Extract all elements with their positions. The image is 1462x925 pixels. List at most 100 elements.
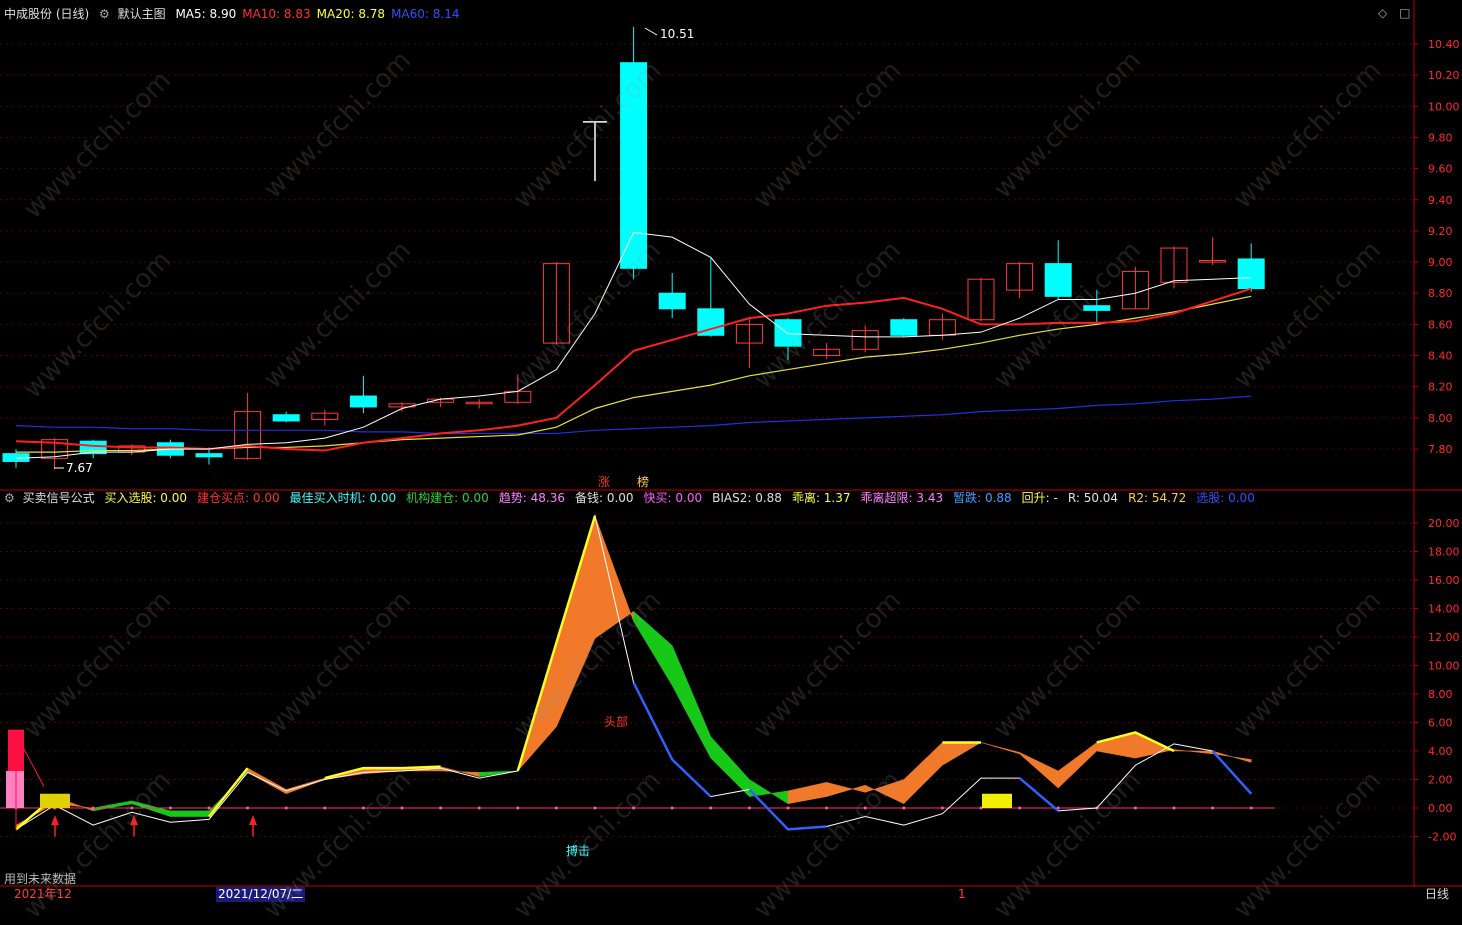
indicator-band: [247, 767, 287, 795]
price-tick-label: 9.60: [1428, 163, 1453, 176]
candle-body: [195, 453, 223, 458]
ma-value-0: MA5: 8.90: [175, 7, 237, 21]
strike-label: 搏击: [566, 844, 590, 858]
indicator-band: [942, 742, 982, 766]
diamond-icon[interactable]: ◇: [1378, 6, 1387, 20]
zero-dot: [863, 806, 867, 810]
indicator-band: [671, 645, 712, 759]
price-tick-label: 10.00: [1428, 100, 1460, 113]
head-label: 头部: [604, 714, 628, 729]
candle-body: [272, 414, 300, 422]
indicator-band: [440, 766, 480, 777]
indicator-band: [1057, 741, 1098, 789]
buy-arrow-icon: [51, 815, 59, 826]
ma-values: MA5: 8.90 MA10: 8.83 MA20: 8.78 MA60: 8.14: [175, 7, 465, 21]
zero-dot: [593, 806, 597, 810]
zero-dot: [130, 806, 134, 810]
indicator-values: 买入选股: 0.00 建仓买点: 0.00 最佳买入时机: 0.00 机构建仓: 0.…: [104, 491, 1264, 505]
indicator-value-12: R: 50.04: [1067, 491, 1119, 505]
period-label[interactable]: 日线: [1425, 887, 1449, 902]
indicator-header: ⚙ 买卖信号公式 买入选股: 0.00 建仓买点: 0.00 最佳买入时机: 0.0…: [4, 488, 1271, 508]
price-tick-label: 10.20: [1428, 69, 1460, 82]
indicator-tick-label: 4.00: [1428, 745, 1453, 758]
future-data-warning: 用到未来数据: [4, 872, 77, 886]
zero-dot: [91, 806, 95, 810]
zero-dot: [670, 806, 674, 810]
ma-value-3: MA60: 8.14: [391, 7, 460, 21]
high-pointer: [644, 27, 658, 36]
candle-body: [890, 319, 918, 336]
top-right-icons: ◇ □: [1378, 6, 1418, 20]
indicator-tick-label: 20.00: [1428, 517, 1460, 530]
indicator-band: [285, 777, 326, 795]
zero-dot: [709, 806, 713, 810]
indicator-value-3: 机构建仓: 0.00: [406, 491, 489, 505]
indicator-tick-label: 18.00: [1428, 546, 1460, 559]
signal-block: [982, 793, 1012, 808]
indicator-tick-label: 0.00: [1428, 802, 1453, 815]
zero-dot: [361, 806, 365, 810]
stock-name[interactable]: 中成股份 (日线): [4, 7, 89, 21]
zero-dot: [439, 806, 443, 810]
main-chart-label[interactable]: 默认主图: [118, 7, 166, 21]
buy-arrow-icon: [130, 815, 138, 826]
ma10-line: [15, 287, 1252, 452]
indicator-value-2: 最佳买入时机: 0.00: [289, 491, 397, 505]
timeline-mark: 1: [958, 887, 966, 901]
indicator-name[interactable]: 买卖信号公式: [23, 491, 95, 505]
price-tick-label: 9.80: [1428, 131, 1453, 144]
indicator-tick-label: 16.00: [1428, 574, 1460, 587]
zero-dot: [786, 806, 790, 810]
zero-dot: [246, 806, 250, 810]
settings-gear-icon[interactable]: ⚙: [99, 7, 110, 21]
indicator-tick-label: 2.00: [1428, 774, 1453, 787]
indicator-value-6: 快买: 0.00: [643, 491, 703, 505]
timeline-month-label: 2021年12: [14, 887, 72, 901]
zero-dot: [1211, 806, 1215, 810]
price-tick-label: 7.80: [1428, 443, 1453, 456]
ma-value-2: MA20: 8.78: [316, 7, 386, 21]
indicator-band: [787, 782, 827, 805]
candle-body: [658, 292, 686, 310]
indicator-series: [0, 513, 1275, 837]
indicator-tick-label: -2.00: [1428, 831, 1456, 844]
candle-body: [1083, 305, 1111, 311]
zero-dot: [168, 806, 172, 810]
indicator-tick-label: 10.00: [1428, 660, 1460, 673]
price-tick-label: 8.00: [1428, 412, 1453, 425]
zero-dot: [902, 806, 906, 810]
zero-dot: [1018, 806, 1022, 810]
low-price-label: 7.67: [66, 461, 93, 475]
zero-dot: [1172, 806, 1176, 810]
stock-chart-canvas[interactable]: 10.4010.2010.009.809.609.409.209.008.808…: [0, 0, 1462, 902]
square-icon[interactable]: □: [1399, 6, 1410, 20]
indicator-value-0: 买入选股: 0.00: [104, 491, 188, 505]
indicator-value-9: 乖离超限: 3.43: [860, 491, 944, 505]
candle-body: [1237, 258, 1265, 290]
indicator-band: [594, 515, 634, 639]
zero-dot: [1133, 806, 1137, 810]
indicator-tick-label: 14.00: [1428, 603, 1460, 616]
price-tick-label: 8.20: [1428, 381, 1453, 394]
white-line: [15, 513, 1252, 830]
indicator-value-4: 趋势: 48.36: [498, 491, 565, 505]
candle-body: [1044, 263, 1072, 297]
indicator-band: [864, 779, 905, 805]
indicator-band: [749, 779, 789, 805]
zero-dot: [323, 806, 327, 810]
zero-dot: [747, 806, 751, 810]
indicator-tick-label: 12.00: [1428, 631, 1460, 644]
indicator-tick-label: 6.00: [1428, 717, 1453, 730]
indicator-band: [170, 810, 210, 817]
settings-gear-icon[interactable]: ⚙: [4, 491, 15, 505]
price-tick-label: 9.20: [1428, 225, 1453, 238]
indicator-band: [980, 742, 1020, 755]
indicator-value-11: 回升: -: [1021, 491, 1058, 505]
indicator-value-7: BIAS2: 0.88: [712, 491, 782, 505]
indicator-value-5: 备钱: 0.00: [574, 491, 634, 505]
candle-body: [774, 319, 802, 347]
bang-label: 榜: [637, 474, 649, 489]
zero-dot: [1249, 806, 1253, 810]
indicator-value-8: 乖离: 1.37: [791, 491, 851, 505]
ma-value-1: MA10: 8.83: [242, 7, 311, 21]
